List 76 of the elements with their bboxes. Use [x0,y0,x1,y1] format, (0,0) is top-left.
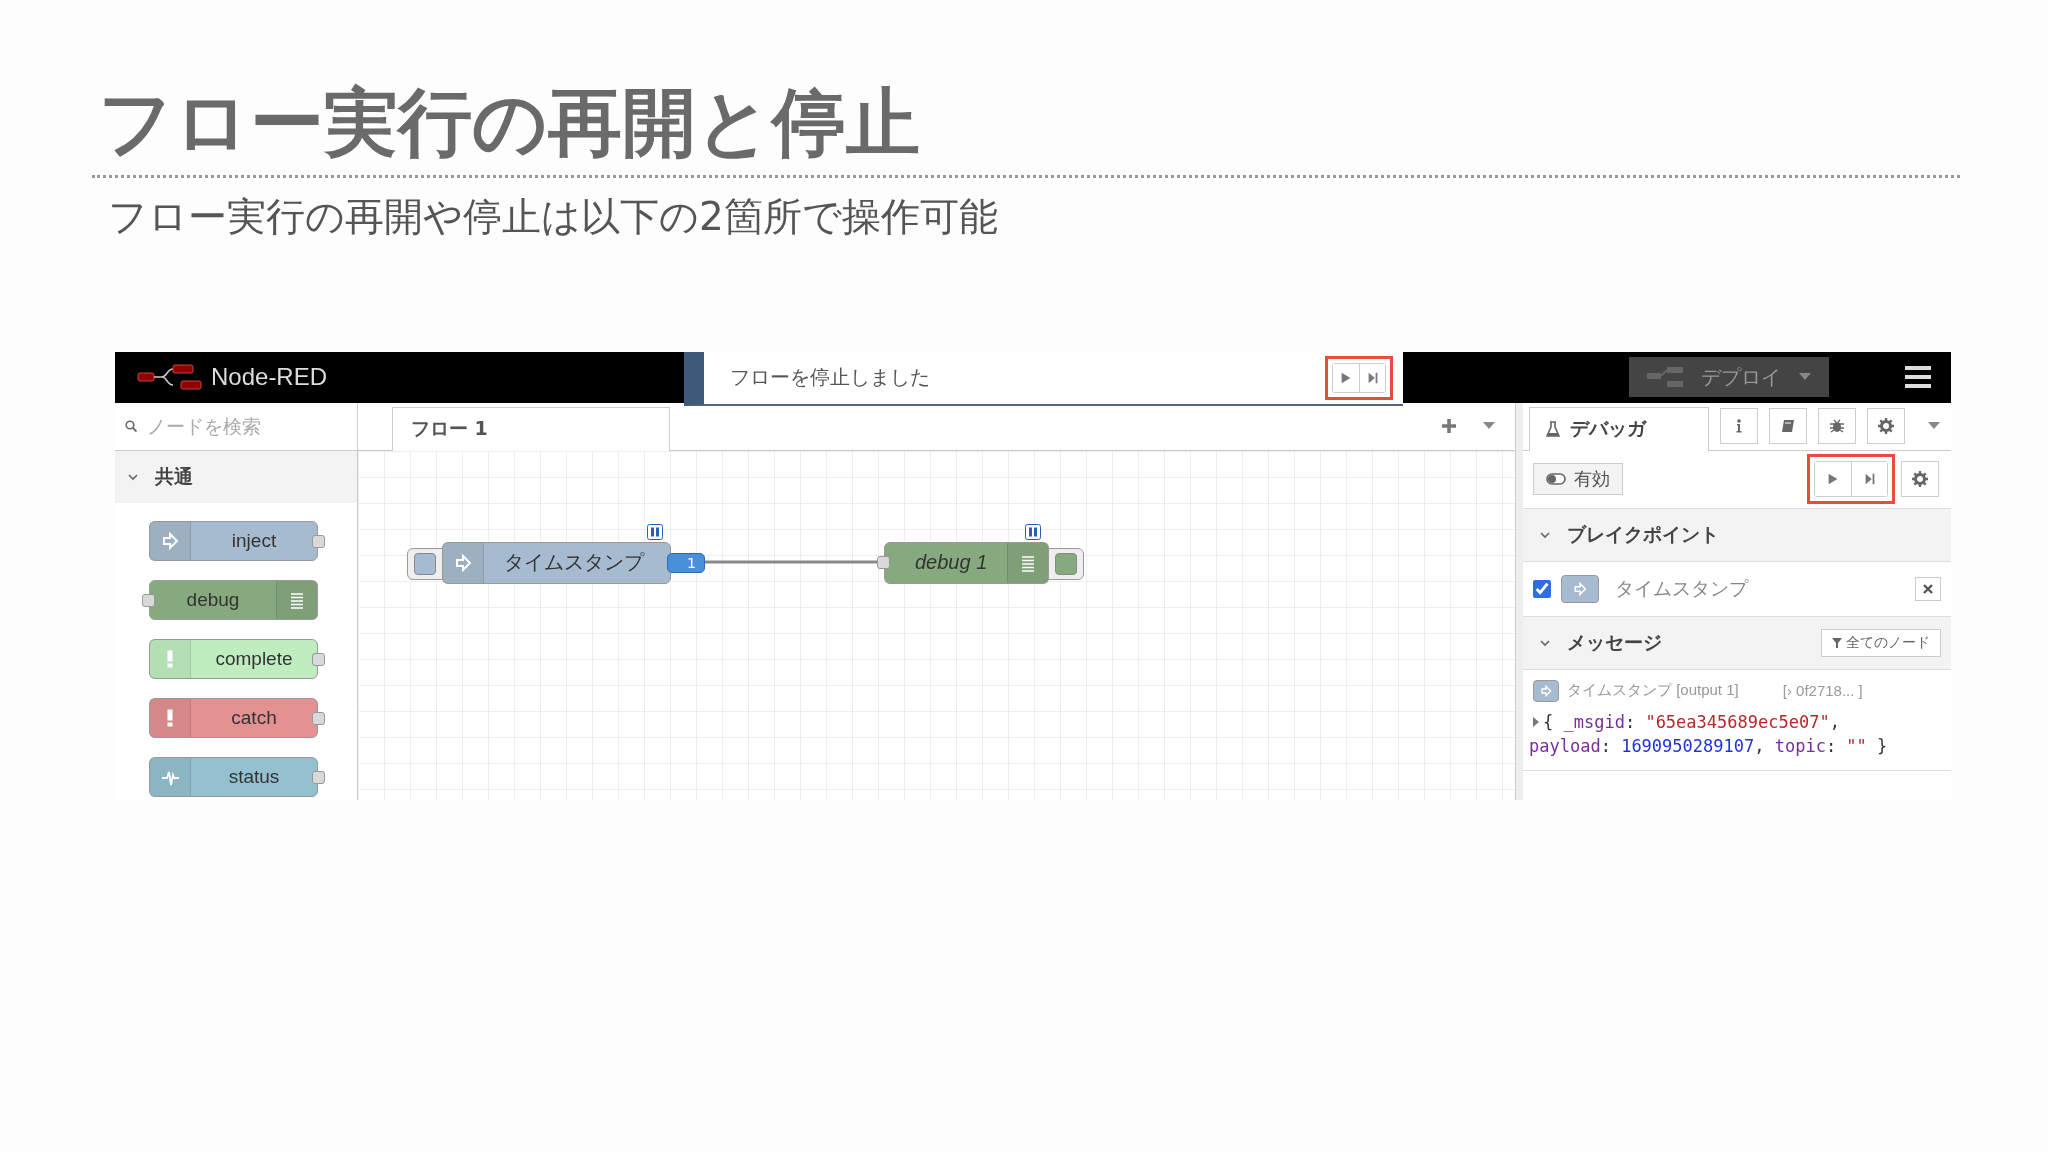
step-button[interactable] [1851,462,1887,497]
section-header[interactable]: メッセージ 全てのノード [1523,616,1951,670]
message-count-badge: 1 [667,552,705,573]
palette-node[interactable]: status [149,756,318,797]
message-source: タイムスタンプ [output 1] [1567,681,1739,701]
deploy-icon [1647,366,1683,389]
caret-icon[interactable] [1483,422,1495,431]
palette-node[interactable]: catch [149,697,318,738]
arrow-icon [1573,581,1587,596]
search-field[interactable]: ノードを検索 [145,414,349,439]
caret-icon[interactable] [1928,422,1940,431]
output-port [312,711,325,725]
node-label: debug [185,587,241,612]
sidebar-tab-button[interactable] [1769,408,1807,445]
remove-button[interactable] [1915,576,1941,601]
exclamation-icon [167,649,173,668]
output-port [312,534,325,548]
close-icon [1923,583,1933,594]
list-icon [288,590,306,609]
settings-icon [1912,471,1928,488]
slide-title: フロー実行の再開と停止 [98,78,920,167]
flow-node[interactable]: debug 1 [884,541,1050,584]
flow-tab[interactable]: フロー 1 [392,406,670,451]
exclamation-icon [167,708,173,727]
node-button[interactable] [1048,547,1085,580]
deploy-button[interactable]: デプロイ [1629,357,1829,398]
node-label: status [227,764,281,789]
section-title: ブレイクポイント [1567,521,1719,547]
node-label: タイムスタンプ [503,550,646,576]
section-title: メッセージ [1567,629,1662,655]
logo-icon [137,364,203,391]
notification-message: フローを停止しました [730,364,930,392]
caret-icon [1799,373,1811,382]
bug-icon [1829,418,1845,435]
palette-node[interactable]: debug [149,579,318,620]
section-header[interactable]: ブレイクポイント [1523,508,1951,562]
node-button[interactable] [407,547,443,580]
flask-icon [1546,421,1560,438]
expand-icon[interactable] [1533,716,1539,727]
sidebar-tab[interactable]: デバッガ [1529,406,1709,451]
sidebar-tab-button[interactable] [1867,408,1905,445]
category-header[interactable]: 共通 [115,450,357,503]
input-port [142,593,155,607]
arrow-icon [1540,684,1552,697]
input-port [877,555,890,569]
flow-node[interactable]: タイムスタンプ [442,541,671,584]
filter-icon [1832,637,1842,648]
sidebar-tab-button[interactable] [1720,408,1758,445]
node-label: catch [230,705,278,730]
message-body-line: { _msgid: "65ea345689ec5e07", [1543,710,1841,734]
arrow-icon [161,531,179,550]
sidebar-tab-button[interactable] [1818,408,1856,445]
node-label: complete [214,646,294,671]
node-label: inject [230,528,278,553]
palette-node[interactable]: complete [149,638,318,679]
message-body-line: payload: 1690950289107, topic: "" } [1529,734,1888,758]
search-icon [125,420,137,433]
settings-button[interactable] [1901,461,1939,498]
add-icon[interactable] [1441,418,1457,435]
category-label: 共通 [155,463,193,489]
slide-subtitle: フロー実行の再開や停止は以下の2箇所で操作可能 [108,192,998,241]
enable-toggle[interactable]: 有効 [1533,463,1623,496]
toggle-icon [1546,473,1566,486]
output-port [312,652,325,666]
palette-node[interactable]: inject [149,520,318,561]
step-button[interactable] [1359,363,1385,392]
breakpoint-label: タイムスタンプ [1615,575,1748,601]
arrow-icon [454,553,472,572]
filter-button[interactable]: 全てのノード [1821,628,1941,657]
settings-icon [1878,418,1894,435]
node-label: debug 1 [914,550,989,576]
book-icon [1780,418,1796,435]
checkbox[interactable] [1533,579,1551,598]
app-name: Node-RED [211,363,328,392]
output-port [312,770,325,784]
menu-icon[interactable] [1905,366,1931,389]
